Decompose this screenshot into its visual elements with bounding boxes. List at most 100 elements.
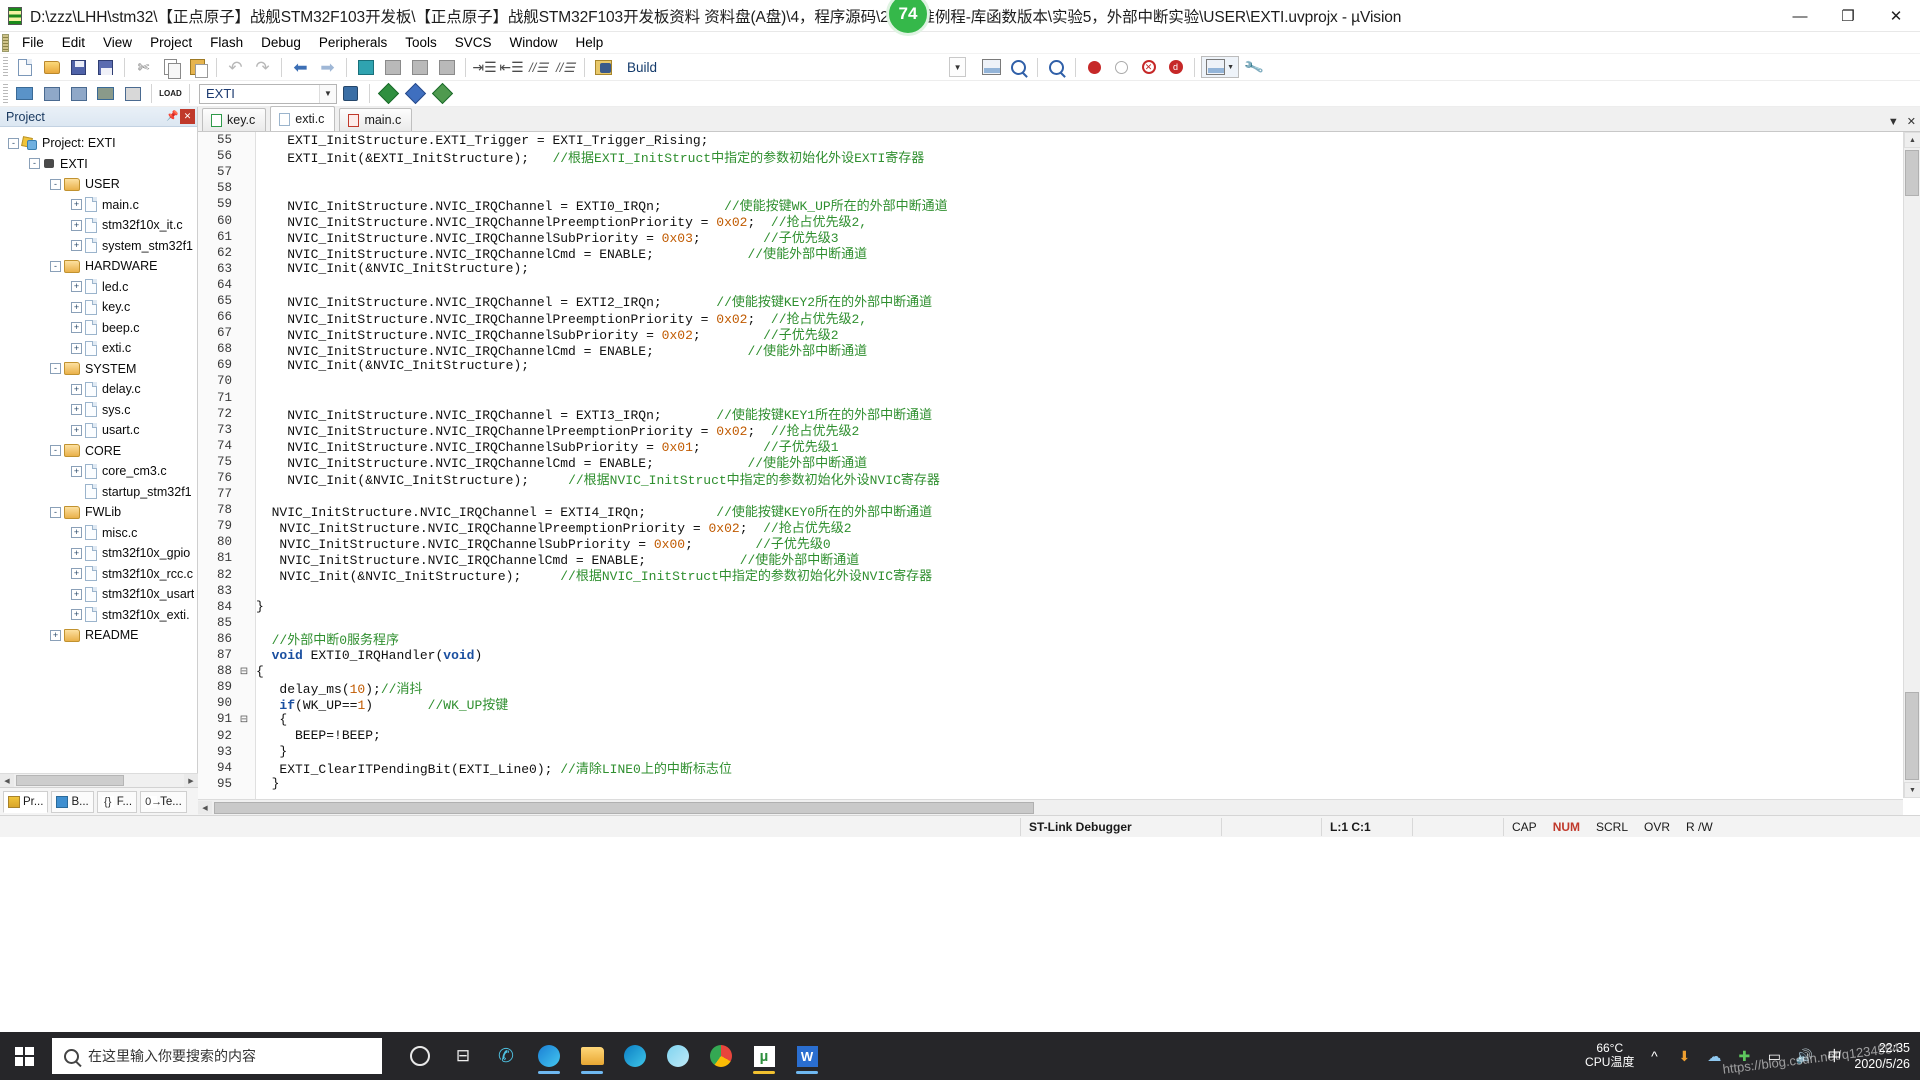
tree-item[interactable]: + stm32f10x_usart [4,584,197,605]
scroll-left-icon[interactable]: ◀ [0,774,14,787]
navigate-back-icon[interactable]: ⬅ [288,56,313,78]
copy-icon[interactable] [158,56,183,79]
tree-expander[interactable]: + [71,199,82,211]
code-line[interactable]: 56 EXTI_Init(&EXTI_InitStructure); //根据E… [198,148,1920,166]
toolbar-grip-icon[interactable] [3,57,8,77]
cpu-temp-widget[interactable]: 66°C CPU温度 [1585,1041,1634,1070]
select-target-combo[interactable]: EXTI ▼ [199,83,337,104]
wps-writer-icon[interactable]: W [787,1036,827,1076]
tree-expander[interactable]: + [71,527,82,539]
tree-item[interactable]: + key.c [4,297,197,318]
tree-expander[interactable]: + [71,547,82,559]
menu-project[interactable]: Project [141,33,201,52]
taskbar-search-box[interactable]: 在这里输入你要搜索的内容 [52,1038,382,1074]
hscroll-thumb[interactable] [16,775,124,786]
bookmark-next-icon[interactable] [407,56,432,78]
editor-tab-exti-c[interactable]: exti.c [270,106,336,131]
pack-installer-icon[interactable] [403,82,428,105]
keil-uvision-icon[interactable]: µ [744,1036,784,1076]
build-target-dropdown[interactable]: ▼ [949,57,967,77]
tree-expander[interactable]: - [50,506,61,518]
tree-item[interactable]: + core_cm3.c [4,461,197,482]
code-line[interactable]: 92 BEEP=!BEEP; [198,727,1920,743]
menu-flash[interactable]: Flash [201,33,252,52]
tree-item[interactable]: + sys.c [4,400,197,421]
code-line[interactable]: 76 NVIC_Init(&NVIC_InitStructure); //根据N… [198,470,1920,488]
tree-item[interactable]: - Project: EXTI [4,133,197,154]
build-icon[interactable] [39,83,64,105]
menu-tools[interactable]: Tools [396,33,446,52]
tree-expander[interactable]: - [50,178,61,190]
menu-edit[interactable]: Edit [53,33,94,52]
uncomment-icon[interactable]: //☰ [553,56,578,78]
code-area[interactable]: 55 EXTI_InitStructure.EXTI_Trigger = EXT… [198,132,1920,815]
tree-expander[interactable]: - [50,363,61,375]
tree-expander[interactable]: + [71,301,82,313]
code-line[interactable]: 88 ⊟{ [198,663,1920,679]
tree-expander[interactable]: + [71,342,82,354]
task-view-icon[interactable]: ⊟ [443,1036,483,1076]
chevron-down-icon[interactable]: ▼ [319,84,336,103]
hscroll-thumb[interactable] [214,801,1034,814]
new-file-icon[interactable] [12,56,37,78]
tree-expander[interactable]: + [71,465,82,477]
stop-build-icon[interactable] [120,83,145,105]
indent-icon[interactable]: ⇥☰ [472,56,497,78]
code-line[interactable]: 83 [198,583,1920,599]
tab-books[interactable]: B... [51,790,94,813]
tree-expander[interactable]: + [71,424,82,436]
close-icon[interactable]: ✕ [180,109,195,124]
batch-build-icon[interactable] [93,83,118,105]
thunder-download-icon[interactable]: ⬇ [1674,1048,1694,1065]
target-options-icon[interactable] [338,83,363,105]
code-line[interactable]: 94 EXTI_ClearITPendingBit(EXTI_Line0); /… [198,760,1920,778]
code-line[interactable]: 87 void EXTI0_IRQHandler(void) [198,647,1920,663]
tree-expander[interactable]: + [71,240,82,252]
tree-item[interactable]: - EXTI [4,154,197,175]
tree-item[interactable]: + usart.c [4,420,197,441]
find-icon[interactable] [1044,56,1069,78]
tree-item[interactable]: + stm32f10x_exti. [4,605,197,626]
edge-legacy-icon[interactable] [529,1036,569,1076]
tree-item[interactable]: + beep.c [4,318,197,339]
kill-breakpoints-icon[interactable]: ✕ [1136,56,1161,78]
menu-svcs[interactable]: SVCS [446,33,501,52]
tree-expander[interactable]: - [50,260,61,272]
code-line[interactable]: 84} [198,599,1920,615]
tree-expander[interactable]: + [71,568,82,580]
fold-marker[interactable]: ⊟ [238,714,250,725]
pin-icon[interactable]: 📌 [165,109,180,124]
tree-item[interactable]: + stm32f10x_it.c [4,215,197,236]
code-lines[interactable]: 55 EXTI_InitStructure.EXTI_Trigger = EXT… [198,132,1920,815]
start-button[interactable] [0,1032,48,1080]
code-line[interactable]: 63 NVIC_Init(&NVIC_InitStructure); [198,261,1920,277]
code-line[interactable]: 57 [198,164,1920,180]
tree-item[interactable]: + led.c [4,277,197,298]
editor-tab-key-c[interactable]: key.c [202,108,267,131]
tab-project[interactable]: Pr... [3,790,49,813]
open-file-icon[interactable] [39,56,64,78]
edge-icon[interactable] [615,1036,655,1076]
bookmark-toggle-icon[interactable] [353,56,378,78]
code-line[interactable]: 69 NVIC_Init(&NVIC_InitStructure); [198,357,1920,373]
manage-project-items-icon[interactable] [376,82,401,105]
code-line[interactable]: 91 ⊟ { [198,711,1920,727]
menu-debug[interactable]: Debug [252,33,310,52]
bookmark-clear-icon[interactable] [434,56,459,78]
tree-expander[interactable]: + [71,609,82,621]
manage-components-icon[interactable] [1006,56,1031,78]
vscroll-thumb[interactable] [1905,150,1919,196]
tree-expander[interactable]: + [71,383,82,395]
toolbar2-grip-icon[interactable] [3,83,8,104]
save-icon[interactable] [66,56,91,78]
project-hscrollbar[interactable]: ◀ ▶ [0,773,198,787]
tree-expander[interactable]: - [29,158,40,170]
cortana-icon[interactable] [400,1036,440,1076]
find-in-files-icon[interactable] [591,56,616,78]
chrome-icon[interactable] [701,1036,741,1076]
options-target-icon[interactable]: 🔧 [1241,56,1266,78]
tree-item[interactable]: + system_stm32f1 [4,236,197,257]
code-line[interactable]: 70 [198,373,1920,389]
start-debug-icon[interactable] [1082,56,1107,78]
tree-expander[interactable]: + [71,588,82,600]
